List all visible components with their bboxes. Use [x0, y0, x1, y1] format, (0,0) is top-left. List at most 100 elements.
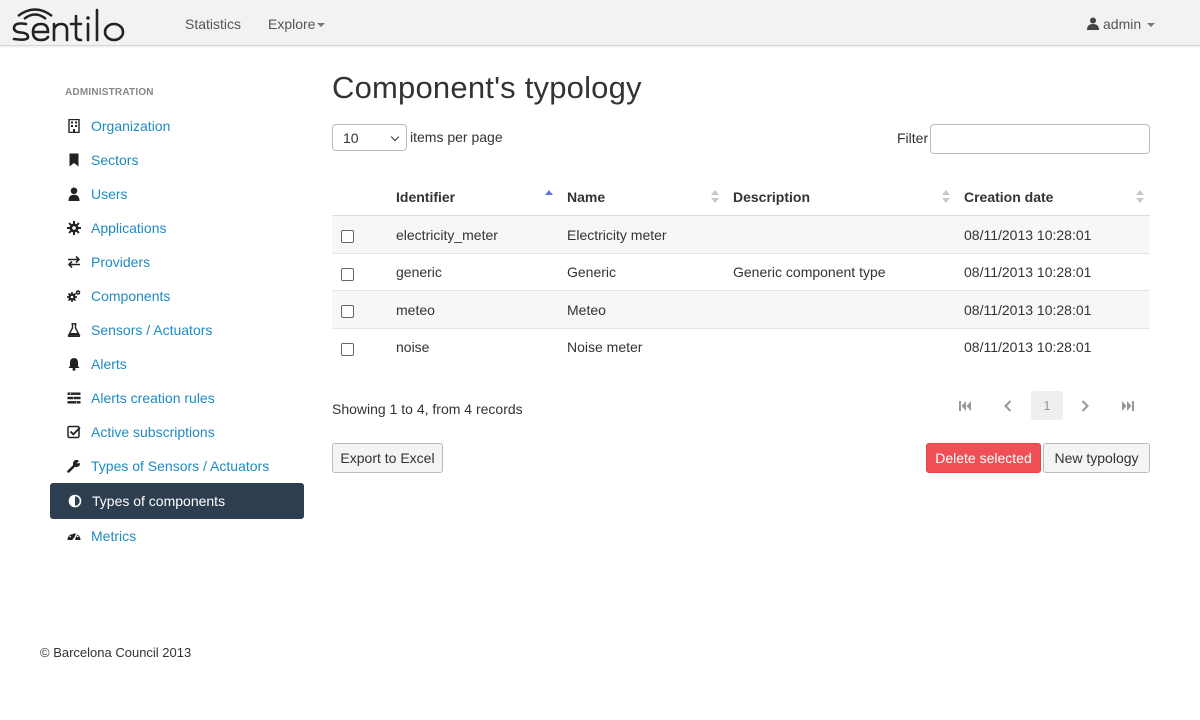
- first-page-button[interactable]: [949, 391, 981, 420]
- cell-name: Noise meter: [567, 339, 643, 355]
- table-row[interactable]: electricity_meter Electricity meter 08/1…: [332, 216, 1150, 254]
- rules-list-icon: [66, 390, 82, 406]
- sidebar-item-label: Metrics: [91, 528, 137, 544]
- column-header-label: Name: [567, 189, 606, 205]
- check-square-icon: [66, 424, 82, 440]
- sidebar-item-label: Providers: [91, 254, 151, 270]
- building-icon: [66, 118, 82, 134]
- sidebar-title: ADMINISTRATION: [65, 87, 154, 98]
- cell-identifier: generic: [396, 264, 442, 280]
- table-row[interactable]: meteo Meteo 08/11/2013 10:28:01: [332, 291, 1150, 329]
- column-header-identifier[interactable]: Identifier: [396, 178, 556, 216]
- user-menu[interactable]: admin: [1087, 16, 1156, 32]
- new-typology-button[interactable]: New typology: [1043, 443, 1150, 473]
- table-row[interactable]: noise Noise meter 08/11/2013 10:28:01: [332, 329, 1150, 367]
- first-page-icon: [959, 400, 971, 411]
- dashboard-icon: [66, 528, 82, 544]
- sidebar-item-label: Alerts: [91, 356, 127, 372]
- sidebar-item-organization[interactable]: Organization: [50, 109, 304, 143]
- filter-label: Filter: [897, 130, 929, 146]
- sidebar-item-metrics[interactable]: Metrics: [50, 519, 304, 553]
- last-page-button[interactable]: [1112, 391, 1144, 420]
- sidebar-item-label: Alerts creation rules: [91, 390, 215, 406]
- export-to-excel-button[interactable]: Export to Excel: [332, 443, 443, 473]
- last-page-icon: [1122, 400, 1134, 411]
- sidebar-item-label: Types of components: [92, 493, 226, 509]
- column-header-name[interactable]: Name: [567, 178, 717, 216]
- chevron-left-icon: [1004, 399, 1012, 412]
- column-header-label: Identifier: [396, 189, 456, 205]
- column-header-label: Creation date: [964, 189, 1054, 205]
- sidebar-item-label: Applications: [91, 220, 167, 236]
- sidebar-item-users[interactable]: Users: [50, 177, 304, 211]
- items-per-page-label: items per page: [410, 129, 503, 145]
- nav-explore[interactable]: Explore: [268, 16, 326, 32]
- cell-name: Generic: [567, 264, 617, 280]
- sidebar-item-label: Active subscriptions: [91, 424, 215, 440]
- footer-copyright: © Barcelona Council 2013: [40, 645, 192, 660]
- chevron-right-icon: [1081, 399, 1089, 412]
- wrench-icon: [66, 458, 82, 474]
- sidebar-item-active-subscriptions[interactable]: Active subscriptions: [50, 415, 304, 449]
- caret-down-icon: [1147, 23, 1156, 28]
- sidebar-item-alerts[interactable]: Alerts: [50, 347, 304, 381]
- sidebar-item-label: Components: [91, 288, 171, 304]
- sidebar-item-label: Sensors / Actuators: [91, 322, 213, 338]
- chevron-down-icon: [390, 132, 400, 142]
- sort-icon[interactable]: [711, 190, 719, 204]
- cogs-icon: [66, 288, 82, 304]
- sort-ascending-icon[interactable]: [545, 190, 553, 204]
- sort-icon[interactable]: [1136, 190, 1144, 204]
- column-header-creation-date[interactable]: Creation date: [964, 178, 1124, 216]
- sentilo-logo[interactable]: [8, 2, 146, 42]
- gear-icon: [66, 220, 82, 236]
- sidebar-item-label: Users: [91, 186, 128, 202]
- sidebar-item-label: Organization: [91, 118, 171, 134]
- cell-creation-date: 08/11/2013 10:28:01: [964, 339, 1092, 355]
- page-title: Component's typology: [332, 70, 642, 105]
- current-page-number: 1: [1043, 398, 1051, 413]
- user-icon: [66, 186, 82, 202]
- sidebar-item-types-of-sensors-actuators[interactable]: Types of Sensors / Actuators: [50, 449, 304, 483]
- top-navbar: Statistics Explore admin: [0, 0, 1200, 46]
- table-row[interactable]: generic Generic Generic component type 0…: [332, 254, 1150, 291]
- items-per-page-select[interactable]: 10: [332, 124, 407, 151]
- sidebar-item-label: Types of Sensors / Actuators: [91, 458, 270, 474]
- sidebar-item-sectors[interactable]: Sectors: [50, 143, 304, 177]
- cell-description: Generic component type: [733, 264, 886, 280]
- cell-name: Meteo: [567, 301, 606, 318]
- bookmark-icon: [66, 152, 82, 168]
- sort-icon[interactable]: [942, 190, 950, 204]
- column-header-description[interactable]: Description: [733, 178, 933, 216]
- sidebar-item-applications[interactable]: Applications: [50, 211, 304, 245]
- sidebar-item-sensors-actuators[interactable]: Sensors / Actuators: [50, 313, 304, 347]
- cell-name: Electricity meter: [567, 226, 667, 243]
- exchange-icon: [66, 254, 82, 270]
- sidebar-item-alerts-creation-rules[interactable]: Alerts creation rules: [50, 381, 304, 415]
- filter-input[interactable]: [930, 124, 1150, 154]
- sidebar-item-types-of-components[interactable]: Types of components: [50, 483, 304, 519]
- row-checkbox[interactable]: [341, 342, 354, 356]
- cell-identifier: meteo: [396, 301, 435, 318]
- previous-page-button[interactable]: [992, 391, 1024, 420]
- column-header-label: Description: [733, 189, 811, 205]
- caret-down-icon: [317, 23, 326, 28]
- row-checkbox[interactable]: [341, 267, 354, 281]
- cell-identifier: noise: [396, 339, 430, 355]
- nav-statistics[interactable]: Statistics: [185, 16, 241, 32]
- flask-icon: [66, 322, 82, 338]
- nav-explore-label: Explore: [268, 16, 316, 32]
- page-number-button[interactable]: 1: [1031, 391, 1063, 420]
- user-icon: [1087, 17, 1099, 30]
- next-page-button[interactable]: [1069, 391, 1101, 420]
- sidebar-item-components[interactable]: Components: [50, 279, 304, 313]
- adjust-icon: [67, 493, 83, 509]
- records-summary: Showing 1 to 4, from 4 records: [332, 401, 523, 417]
- cell-creation-date: 08/11/2013 10:28:01: [964, 301, 1092, 318]
- delete-selected-button[interactable]: Delete selected: [926, 443, 1041, 473]
- row-checkbox[interactable]: [341, 305, 354, 318]
- user-name: admin: [1103, 16, 1142, 32]
- row-checkbox[interactable]: [341, 230, 354, 243]
- sidebar-item-providers[interactable]: Providers: [50, 245, 304, 279]
- cell-creation-date: 08/11/2013 10:28:01: [964, 264, 1092, 280]
